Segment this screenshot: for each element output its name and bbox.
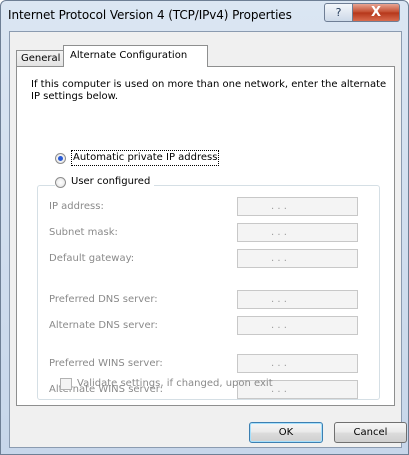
alternate-dns-label: Alternate DNS server: <box>49 320 158 331</box>
preferred-dns-dots: . . . <box>271 294 287 305</box>
default-gateway-label: Default gateway: <box>49 253 135 264</box>
close-icon: X <box>370 5 382 20</box>
radio-user-configured[interactable] <box>55 176 66 188</box>
ip-address-field[interactable]: . . . <box>237 197 358 216</box>
dialog-client-area: General Alternate Configuration If this … <box>9 31 407 448</box>
radio-automatic[interactable] <box>55 152 66 164</box>
description-text: If this computer is used on more than on… <box>31 79 387 102</box>
alternate-wins-dots: . . . <box>271 384 287 395</box>
user-configured-label: User configured <box>71 176 151 187</box>
alternate-dns-dots: . . . <box>271 320 287 331</box>
ok-button[interactable]: OK <box>249 422 323 443</box>
ip-address-label: IP address: <box>49 201 104 212</box>
default-gateway-field[interactable]: . . . <box>237 249 358 268</box>
validate-settings-checkbox[interactable] <box>60 377 72 390</box>
close-button[interactable]: X <box>352 3 400 22</box>
tab-alternate-configuration[interactable]: Alternate Configuration <box>63 45 208 67</box>
preferred-dns-label: Preferred DNS server: <box>49 294 158 305</box>
subnet-mask-label: Subnet mask: <box>49 227 118 238</box>
ip-address-dots: . . . <box>271 201 287 212</box>
automatic-option-label: Automatic private IP address <box>71 150 220 166</box>
default-gateway-dots: . . . <box>271 253 287 264</box>
validate-settings-label: Validate settings, if changed, upon exit <box>77 378 273 389</box>
validate-settings-option[interactable]: Validate settings, if changed, upon exit <box>60 377 273 390</box>
user-configured-option[interactable]: User configured <box>55 175 155 189</box>
subnet-mask-dots: . . . <box>271 227 287 238</box>
dialog-window: Internet Protocol Version 4 (TCP/IPv4) P… <box>0 0 409 455</box>
preferred-wins-dots: . . . <box>271 358 287 369</box>
preferred-wins-field[interactable]: . . . <box>237 354 358 373</box>
tab-panel: If this computer is used on more than on… <box>16 66 395 406</box>
subnet-mask-field[interactable]: . . . <box>237 223 358 242</box>
tab-general[interactable]: General <box>16 50 64 66</box>
preferred-dns-field[interactable]: . . . <box>237 290 358 309</box>
help-button[interactable]: ? <box>324 3 353 22</box>
alternate-dns-field[interactable]: . . . <box>237 316 358 335</box>
window-title: Internet Protocol Version 4 (TCP/IPv4) P… <box>8 8 292 22</box>
preferred-wins-label: Preferred WINS server: <box>49 358 163 369</box>
automatic-private-ip-option[interactable]: Automatic private IP address <box>55 150 220 166</box>
cancel-button[interactable]: Cancel <box>334 422 407 443</box>
title-bar[interactable]: Internet Protocol Version 4 (TCP/IPv4) P… <box>1 1 408 31</box>
